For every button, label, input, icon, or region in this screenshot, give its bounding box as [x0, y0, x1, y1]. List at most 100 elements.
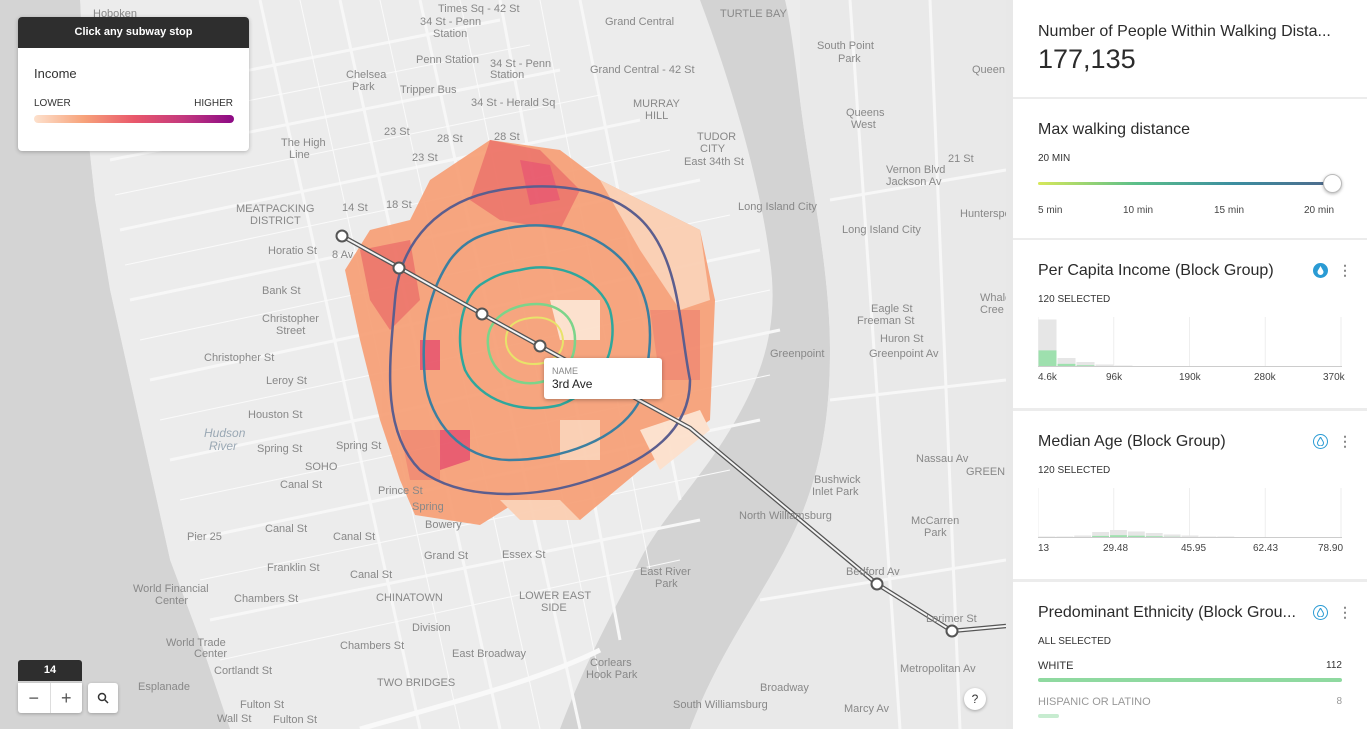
map-place-label: Station [490, 69, 525, 81]
map-canvas[interactable]: Hoboken Times Sq - 42 St 34 St - Penn Stati… [0, 0, 1006, 729]
map-place-label: Cree [980, 304, 1004, 316]
tooltip-value: 3rd Ave [552, 377, 593, 391]
legend-header: Click any subway stop [18, 17, 249, 48]
map-place-label: Bowery [425, 519, 462, 531]
legend-color-ramp [34, 115, 234, 123]
map-place-label: South Point [817, 40, 874, 52]
map-place-label: Huron St [880, 333, 924, 345]
map-place-label: Hunterspo [960, 208, 1006, 220]
map-place-label: Marcy Av [844, 703, 890, 715]
income-tick-4: 370k [1323, 372, 1345, 383]
map-place-label: DISTRICT [250, 215, 301, 227]
map-place-label: Bedford Av [846, 566, 900, 578]
map-place-label: Park [655, 578, 678, 590]
ethnicity-bar [1038, 714, 1060, 718]
map-place-label: Canal St [333, 531, 376, 543]
map-place-label: 8 Av [332, 249, 354, 261]
map-place-label: Queens [846, 107, 885, 119]
income-title: Per Capita Income (Block Group) [1038, 262, 1274, 279]
ethnicity-widget: Predominant Ethnicity (Block Grou... ⋮ A… [1013, 582, 1367, 729]
map-place-label: The High [281, 137, 326, 149]
age-histogram[interactable] [1038, 488, 1342, 538]
income-tick-0: 4.6k [1038, 372, 1057, 383]
map-place-label: Spring [412, 501, 444, 513]
map-place-label: Park [924, 527, 947, 539]
map-place-label: Pier 25 [187, 531, 222, 543]
map-water-label: River [209, 439, 238, 453]
color-fill-icon[interactable] [1313, 263, 1328, 278]
ethnicity-row-white[interactable]: WHITE 112 [1038, 660, 1342, 686]
map-place-label: Penn Station [416, 54, 479, 66]
map-place-label: Line [289, 149, 310, 161]
map-place-label: Spring St [257, 443, 303, 455]
zoom-in-button[interactable]: + [51, 683, 83, 713]
map-place-label: World Financial [133, 583, 209, 595]
map-place-label: Franklin St [267, 562, 320, 574]
search-button[interactable] [88, 683, 118, 713]
income-tick-2: 190k [1179, 372, 1201, 383]
map-place-label: Nassau Av [916, 453, 969, 465]
ethnicity-count: 112 [1326, 660, 1342, 671]
income-widget: Per Capita Income (Block Group) ⋮ 120 SE… [1013, 240, 1367, 408]
map-place-label: TWO BRIDGES [377, 677, 456, 689]
age-title: Median Age (Block Group) [1038, 433, 1226, 450]
map-place-label: East Broadway [452, 648, 526, 660]
map-place-label: Chelsea [346, 69, 387, 81]
ethnicity-label: WHITE [1038, 660, 1074, 672]
widget-panel: Number of People Within Walking Dista...… [1013, 0, 1367, 729]
more-options-icon[interactable]: ⋮ [1338, 433, 1352, 450]
map-place-label: Broadway [760, 682, 809, 694]
walk-tick-5: 5 min [1038, 205, 1063, 216]
map-place-label: Lorimer St [926, 613, 977, 625]
walking-slider-handle[interactable] [1323, 174, 1342, 193]
age-widget: Median Age (Block Group) ⋮ 120 SELECTED … [1013, 411, 1367, 579]
more-options-icon[interactable]: ⋮ [1338, 262, 1352, 279]
age-selected: 120 SELECTED [1038, 465, 1111, 476]
map-place-label: Metropolitan Av [900, 663, 976, 675]
map-place-label: 34 St - Herald Sq [471, 97, 556, 109]
map-place-label: 14 St [342, 202, 368, 214]
color-fill-icon[interactable] [1313, 605, 1328, 620]
map-place-label: Queen [972, 64, 1006, 76]
legend-title: Income [34, 66, 77, 81]
map-place-label: Canal St [265, 523, 308, 535]
map-place-label: TUDOR [697, 131, 737, 143]
walking-distance-widget: Max walking distance 20 MIN 5 min 10 min… [1013, 99, 1367, 238]
map-place-label: 28 St [437, 133, 463, 145]
map-place-label: East 34th St [684, 156, 744, 168]
income-legend: Click any subway stop Income LOWER HIGHE… [18, 17, 249, 151]
map-place-label: Jackson Av [886, 176, 942, 188]
map-place-label: Corlears [590, 657, 632, 669]
map-place-label: McCarren [911, 515, 960, 527]
ethnicity-row-hispanic[interactable]: HISPANIC OR LATINO 8 [1038, 696, 1342, 722]
walking-current: 20 MIN [1038, 153, 1071, 164]
map-place-label: LOWER EAST [519, 590, 592, 602]
population-title: Number of People Within Walking Dista... [1038, 23, 1331, 40]
income-tick-3: 280k [1254, 372, 1276, 383]
map-place-label: Eagle St [871, 303, 913, 315]
map-place-label: Greenpoint Av [869, 348, 939, 360]
zoom-out-button[interactable]: − [18, 683, 51, 713]
map-place-label: 23 St [384, 126, 410, 138]
income-selected: 120 SELECTED [1038, 294, 1111, 305]
map-place-label: Esplanade [138, 681, 190, 693]
more-options-icon[interactable]: ⋮ [1338, 604, 1352, 621]
age-tick-4: 78.90 [1318, 543, 1344, 554]
map-place-label: 28 St [494, 131, 520, 143]
map-place-label: 18 St [386, 199, 412, 211]
stop-tooltip: NAME 3rd Ave [544, 358, 662, 399]
map-place-label: Street [276, 325, 306, 337]
map-place-label: Christopher [262, 313, 319, 325]
subway-stop-14st [335, 229, 349, 243]
age-tick-1: 29.48 [1103, 543, 1129, 554]
color-fill-icon[interactable] [1313, 434, 1328, 449]
map-place-label: Tripper Bus [400, 84, 457, 96]
ethnicity-bar [1038, 678, 1342, 682]
income-tick-1: 96k [1106, 372, 1123, 383]
help-button[interactable]: ? [964, 688, 986, 710]
map-place-label: Bushwick [814, 474, 861, 486]
map-place-label: Chambers St [340, 640, 405, 652]
income-histogram[interactable] [1038, 317, 1342, 367]
map-place-label: Wall St [217, 713, 252, 725]
map-place-label: Park [352, 81, 375, 93]
